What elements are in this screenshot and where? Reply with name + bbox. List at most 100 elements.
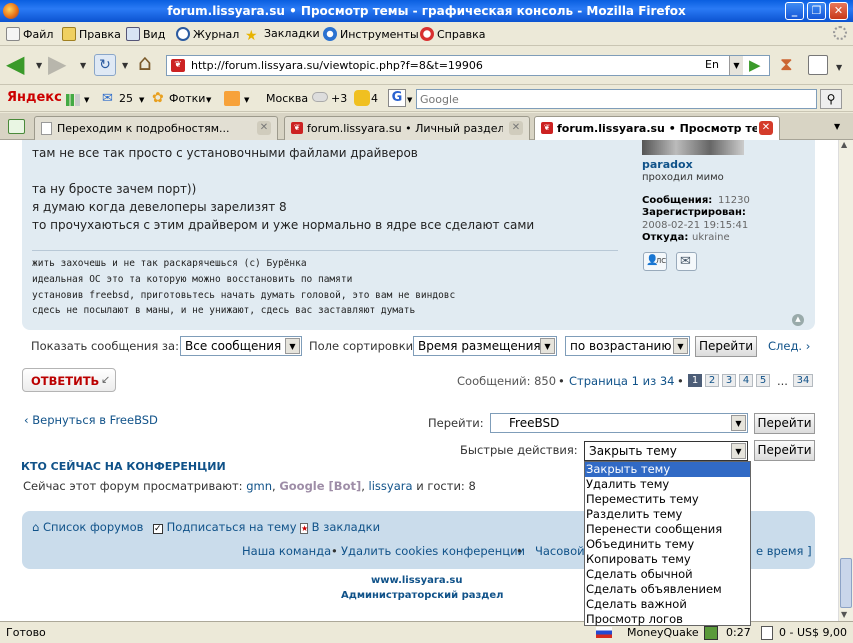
addon-icon[interactable]	[808, 55, 828, 75]
menu-help[interactable]: Справка	[420, 27, 485, 41]
subscribe-topic-link[interactable]: ✓ Подписаться на тему	[153, 520, 297, 534]
mail-count[interactable]: 25	[119, 92, 133, 105]
jump-go-button[interactable]: Перейти	[754, 413, 815, 434]
back-dropdown-icon[interactable]: ▼	[36, 61, 42, 70]
tab-close-icon[interactable]: ✕	[257, 121, 271, 135]
tab-close-icon[interactable]: ✕	[509, 121, 523, 135]
scroll-up-icon[interactable]: ▲	[841, 140, 847, 149]
page-2-link[interactable]: 2	[705, 374, 719, 387]
sort-field-select[interactable]: Время размещения ▼	[413, 336, 557, 356]
email-button[interactable]: ✉	[676, 252, 697, 271]
option-delete-topic[interactable]: Удалить тему	[585, 477, 750, 492]
tab-view-topic-label: forum.lissyara.su • Просмотр те...	[557, 122, 757, 135]
online-user-google-bot[interactable]: Google [Bot]	[279, 479, 361, 493]
moneyquake-label[interactable]: MoneyQuake	[627, 626, 699, 639]
city-label[interactable]: Москва	[266, 92, 308, 105]
team-link[interactable]: Наша команда	[242, 544, 331, 558]
option-make-normal[interactable]: Сделать обычной	[585, 567, 750, 582]
option-make-announcement[interactable]: Сделать объявлением	[585, 582, 750, 597]
menu-view[interactable]: Вид	[126, 27, 165, 41]
home-icon[interactable]: ⌂	[138, 53, 152, 75]
url-text[interactable]: http://forum.lissyara.su/viewtopic.php?f…	[191, 59, 483, 72]
page-4-link[interactable]: 4	[739, 374, 753, 387]
forward-arrow-icon[interactable]: ▶	[48, 52, 74, 77]
poster-name[interactable]: paradox	[642, 158, 693, 171]
online-user-gmn[interactable]: gmn	[246, 479, 272, 493]
option-merge-topic[interactable]: Объединить тему	[585, 537, 750, 552]
option-copy-topic[interactable]: Копировать тему	[585, 552, 750, 567]
forward-dropdown-icon[interactable]: ▼	[80, 61, 86, 70]
pm-button[interactable]: 👤 ЛС	[643, 252, 667, 271]
photos-dropdown-icon[interactable]: ▼	[206, 96, 211, 104]
yandex-search-input[interactable]	[416, 89, 817, 109]
menu-file[interactable]: Файл	[6, 27, 53, 41]
new-tab-icon[interactable]	[8, 119, 25, 134]
photos-label[interactable]: Фотки	[169, 92, 205, 105]
reload-icon[interactable]: ↻	[94, 54, 116, 76]
vertical-scrollbar[interactable]: ▲ ▼	[838, 140, 853, 621]
tab-personal-section[interactable]: ❦ forum.lissyara.su • Личный раздел •...…	[284, 116, 530, 140]
quick-actions-go-button[interactable]: Перейти	[754, 440, 815, 461]
page-indicator[interactable]: Страница 1 из 34	[569, 374, 674, 388]
close-window-button[interactable]: ✕	[829, 2, 848, 20]
page-5-link[interactable]: 5	[756, 374, 770, 387]
bookmark-link[interactable]: ★ В закладки	[300, 520, 380, 534]
menu-bookmarks[interactable]: ★ Закладки	[245, 27, 320, 44]
sort-order-select[interactable]: по возрастанию ▼	[565, 336, 690, 356]
forum-index-link[interactable]: ⌂ Список форумов	[32, 520, 143, 534]
url-bar[interactable]: ❦ http://forum.lissyara.su/viewtopic.php…	[166, 55, 770, 76]
reply-button[interactable]: ОТВЕТИТЬ ↙	[22, 368, 116, 392]
addon-dropdown-icon[interactable]: ▼	[836, 63, 842, 72]
google-icon[interactable]: G	[388, 89, 406, 107]
option-close-topic[interactable]: Закрыть тему	[585, 462, 750, 477]
engine-dropdown-icon[interactable]: ▼	[407, 96, 412, 104]
language-indicator[interactable]: En	[705, 58, 719, 71]
yandex-brand[interactable]: Яндекс	[7, 90, 62, 105]
bookmark-label: В закладки	[311, 520, 381, 534]
maximize-button[interactable]: ❐	[807, 2, 826, 20]
minimize-button[interactable]: _	[785, 2, 804, 20]
post-line: я думаю когда девелоперы зарелизят 8	[32, 200, 287, 214]
display-period-select[interactable]: Все сообщения ▼	[180, 336, 302, 356]
scroll-thumb[interactable]	[840, 558, 852, 608]
traffic-count[interactable]: 4	[371, 92, 378, 105]
signal-dropdown-icon[interactable]: ▼	[84, 96, 89, 104]
scroll-down-icon[interactable]: ▼	[841, 610, 847, 619]
tab-list-icon[interactable]: ▼	[834, 122, 840, 131]
option-make-sticky[interactable]: Сделать важной	[585, 597, 750, 612]
news-dropdown-icon[interactable]: ▼	[244, 96, 249, 104]
option-view-logs[interactable]: Просмотр логов	[585, 612, 750, 627]
back-to-forum-link[interactable]: ‹ Вернуться в FreeBSD	[24, 413, 158, 427]
back-to-top-icon[interactable]: ▲	[792, 314, 804, 326]
search-icon[interactable]: ⚲	[820, 89, 842, 109]
jump-forum-select[interactable]: FreeBSD ▼	[490, 413, 748, 433]
menu-tools[interactable]: Инструменты	[323, 27, 419, 41]
tab-details[interactable]: Переходим к подробностям... ✕	[34, 116, 278, 140]
option-move-posts[interactable]: Перенести сообщения	[585, 522, 750, 537]
back-arrow-icon[interactable]: ◀	[6, 52, 32, 77]
option-split-topic[interactable]: Разделить тему	[585, 507, 750, 522]
admin-panel-link[interactable]: Администраторский раздел	[341, 590, 503, 601]
menu-history[interactable]: Журнал	[176, 27, 239, 41]
tab-view-topic[interactable]: ❦ forum.lissyara.su • Просмотр те... ✕	[534, 116, 780, 140]
next-page-link[interactable]: След. ›	[768, 339, 810, 353]
temperature[interactable]: +3	[331, 92, 347, 105]
menu-edit[interactable]: Правка	[62, 27, 121, 41]
news-icon[interactable]	[224, 91, 240, 106]
online-user-lissyara[interactable]: lissyara	[369, 479, 413, 493]
url-dropdown-icon[interactable]: ▼	[729, 56, 743, 75]
go-arrow-icon[interactable]: ▶	[749, 56, 761, 74]
mail-dropdown-icon[interactable]: ▼	[139, 96, 144, 104]
hourglass-icon[interactable]: ⧗	[780, 55, 793, 75]
display-go-button[interactable]: Перейти	[695, 336, 757, 357]
tab-close-icon[interactable]: ✕	[759, 121, 773, 135]
page-3-link[interactable]: 3	[722, 374, 736, 387]
last-page-link[interactable]: 34	[793, 374, 813, 387]
bullet-separator: •	[677, 374, 684, 388]
site-link[interactable]: www.lissyara.su	[371, 575, 462, 586]
reload-dropdown-icon[interactable]: ▼	[122, 61, 128, 70]
quick-actions-select[interactable]: Закрыть тему ▼	[584, 441, 748, 461]
delete-cookies-link[interactable]: Удалить cookies конференции	[341, 544, 525, 558]
page-1-link[interactable]: 1	[688, 374, 702, 387]
option-move-topic[interactable]: Переместить тему	[585, 492, 750, 507]
